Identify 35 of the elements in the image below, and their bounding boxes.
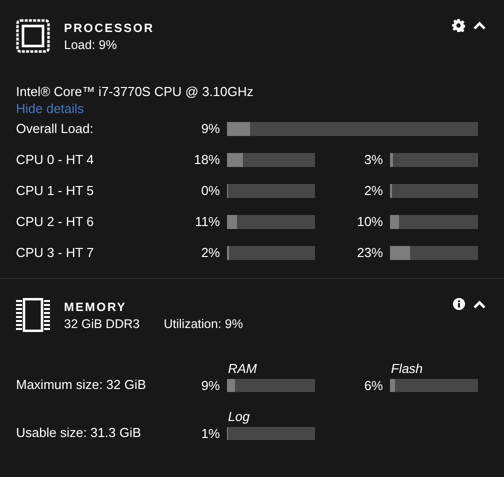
memory-size-label: Usable size: 31.3 GiB [16,424,142,440]
section-title: PROCESSOR [64,21,154,35]
load-reading: 9% [200,121,221,136]
load-reading: 11% [194,214,221,229]
load-reading: 10% [356,214,384,229]
core-label: CPU 1 - HT 5 [16,183,95,198]
core-label: CPU 0 - HT 4 [16,152,95,167]
cpu-name: Intel® Core™ i7-3770S CPU @ 3.10GHz [16,84,254,99]
memory-chip-icon [16,298,50,332]
meter-caption: Flash [390,361,424,376]
load-reading: 23% [356,245,384,260]
collapse-icon[interactable] [473,300,486,308]
collapse-icon[interactable] [473,21,486,30]
meter-caption: Log [227,409,251,424]
load-reading: 3% [363,152,384,167]
usage-reading: 1% [200,426,221,441]
load-text: Load: 9% [64,38,117,52]
core-label: CPU 2 - HT 6 [16,214,95,229]
settings-icon[interactable] [452,19,465,32]
memory-size-label: Maximum size: 32 GiB [16,376,148,392]
info-icon[interactable] [453,298,465,310]
hide-details-link[interactable]: Hide details [16,101,84,116]
usage-reading: 6% [363,378,384,393]
load-reading: 2% [363,183,384,198]
meter-caption: RAM [227,361,258,376]
memory-size-text: 32 GiB DDR3 [64,317,140,331]
load-reading: 0% [200,183,221,198]
load-reading: 18% [192,152,221,167]
section-title: MEMORY [64,300,128,314]
utilization-text: Utilization: 9% [164,317,243,331]
core-label: CPU 3 - HT 7 [16,245,95,260]
load-reading: 2% [200,245,221,260]
overall-load-label: Overall Load: [16,121,94,136]
usage-reading: 9% [200,378,221,393]
chip-icon [16,19,50,53]
